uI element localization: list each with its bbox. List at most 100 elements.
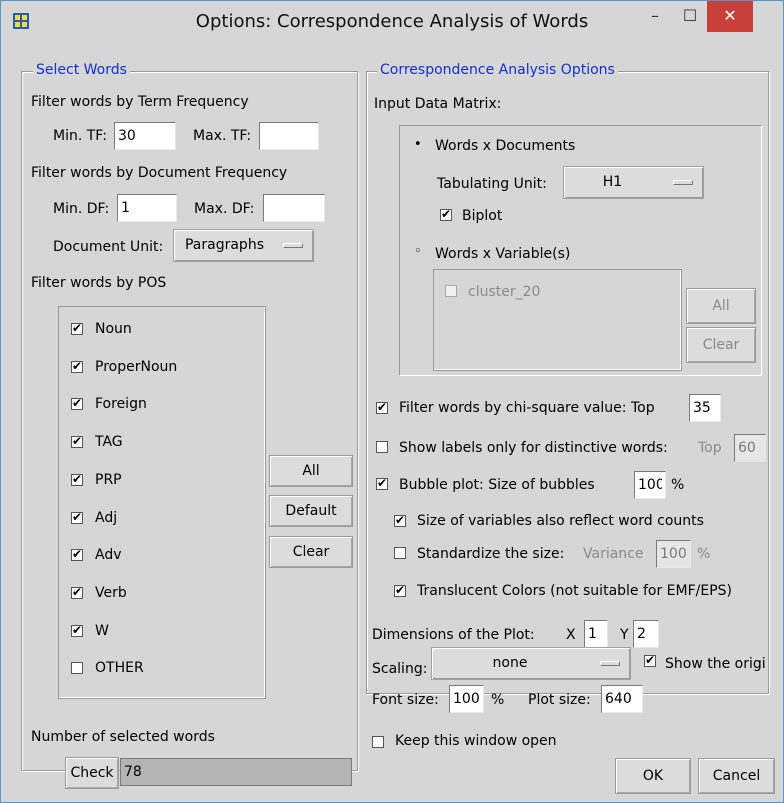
tab-unit-label: Tabulating Unit: bbox=[437, 176, 547, 192]
words-docs-label[interactable]: Words x Documents bbox=[435, 138, 575, 154]
pos-item-label[interactable]: Verb bbox=[95, 585, 127, 601]
max-df-input[interactable] bbox=[263, 194, 325, 222]
words-docs-radio[interactable]: • bbox=[414, 137, 422, 152]
maximize-button[interactable]: ☐ bbox=[673, 1, 707, 32]
pos-clear-button[interactable]: Clear bbox=[269, 536, 353, 568]
variance-input[interactable] bbox=[656, 540, 691, 568]
pos-item-label[interactable]: Adv bbox=[95, 547, 122, 563]
pos-checkbox[interactable] bbox=[71, 510, 83, 524]
ca-options-title: Correspondence Analysis Options bbox=[377, 62, 618, 78]
menu-indicator-icon bbox=[673, 180, 693, 185]
labels-top-input[interactable] bbox=[734, 434, 766, 462]
pos-checkbox[interactable] bbox=[71, 321, 83, 335]
plot-size-label: Plot size: bbox=[528, 692, 591, 708]
dim-y-input[interactable] bbox=[633, 620, 659, 648]
dim-x-label: X bbox=[566, 627, 576, 643]
pos-item-label[interactable]: TAG bbox=[95, 434, 123, 450]
pos-list: Noun ProperNoun Foreign TAG PRP Adj Adv Verb W OT… bbox=[58, 306, 266, 699]
standardize-label[interactable]: Standardize the size: bbox=[417, 546, 564, 562]
check-button[interactable]: Check bbox=[65, 757, 119, 789]
chi-filter-checkbox[interactable] bbox=[376, 400, 388, 414]
min-df-input[interactable] bbox=[117, 194, 177, 222]
tab-unit-value: H1 bbox=[602, 174, 623, 190]
variable-clear-button[interactable]: Clear bbox=[686, 327, 756, 363]
minimize-button[interactable]: – bbox=[638, 1, 672, 32]
show-origin-clip: Show the origin bbox=[665, 652, 766, 676]
count-heading: Number of selected words bbox=[31, 729, 215, 745]
words-vars-radio[interactable]: ◦ bbox=[414, 244, 422, 259]
close-button[interactable]: ✕ bbox=[707, 1, 753, 32]
pos-item-label[interactable]: PRP bbox=[95, 472, 122, 488]
input-matrix-label: Input Data Matrix: bbox=[374, 96, 502, 112]
variance-label: Variance bbox=[583, 546, 644, 562]
bubble-size-input[interactable] bbox=[634, 471, 666, 499]
pos-checkbox[interactable] bbox=[71, 662, 83, 674]
pos-item-label[interactable]: Adj bbox=[95, 510, 117, 526]
max-df-label: Max. DF: bbox=[194, 201, 255, 217]
dims-label: Dimensions of the Plot: bbox=[372, 627, 535, 643]
pos-item-label[interactable]: Foreign bbox=[95, 396, 147, 412]
words-vars-label[interactable]: Words x Variable(s) bbox=[435, 246, 570, 262]
max-tf-input[interactable] bbox=[259, 122, 319, 150]
font-size-label: Font size: bbox=[372, 692, 439, 708]
cancel-button[interactable]: Cancel bbox=[698, 758, 775, 794]
min-tf-label: Min. TF: bbox=[53, 128, 107, 144]
variable-checkbox[interactable] bbox=[445, 285, 457, 297]
pos-item-label[interactable]: W bbox=[95, 623, 109, 639]
font-size-unit: % bbox=[491, 692, 505, 708]
doc-unit-menubutton[interactable]: Paragraphs bbox=[173, 229, 314, 262]
labels-only-checkbox[interactable] bbox=[376, 441, 388, 453]
show-origin-checkbox[interactable] bbox=[644, 653, 656, 667]
df-heading: Filter words by Document Frequency bbox=[31, 165, 288, 181]
show-origin-label[interactable]: Show the origin bbox=[665, 656, 766, 672]
min-tf-input[interactable] bbox=[114, 122, 176, 150]
bubble-plot-label[interactable]: Bubble plot: Size of bubbles bbox=[399, 477, 595, 493]
pos-checkbox[interactable] bbox=[71, 585, 83, 599]
dim-x-input[interactable] bbox=[584, 620, 608, 648]
select-words-title: Select Words bbox=[33, 62, 130, 78]
plot-size-input[interactable] bbox=[601, 685, 643, 713]
biplot-label[interactable]: Biplot bbox=[462, 208, 502, 224]
scaling-menubutton[interactable]: none bbox=[431, 647, 631, 680]
pos-item-label[interactable]: Noun bbox=[95, 321, 132, 337]
variable-item-label: cluster_20 bbox=[468, 284, 541, 300]
chi-top-input[interactable] bbox=[689, 394, 721, 422]
reflect-counts-label[interactable]: Size of variables also reflect word coun… bbox=[417, 513, 704, 529]
keep-open-label[interactable]: Keep this window open bbox=[395, 733, 557, 749]
pos-item-label[interactable]: ProperNoun bbox=[95, 359, 177, 375]
bubble-plot-checkbox[interactable] bbox=[376, 476, 388, 490]
tab-unit-menubutton[interactable]: H1 bbox=[563, 166, 704, 199]
max-tf-label: Max. TF: bbox=[193, 128, 252, 144]
pos-checkbox[interactable] bbox=[71, 623, 83, 637]
ok-button[interactable]: OK bbox=[615, 758, 691, 794]
standardize-checkbox[interactable] bbox=[394, 547, 406, 559]
pos-item-label[interactable]: OTHER bbox=[95, 660, 144, 676]
variable-all-button[interactable]: All bbox=[686, 288, 756, 324]
pos-default-button[interactable]: Default bbox=[269, 495, 353, 527]
tf-heading: Filter words by Term Frequency bbox=[31, 94, 249, 110]
pos-checkbox[interactable] bbox=[71, 547, 83, 561]
font-size-input[interactable] bbox=[449, 685, 484, 713]
labels-only-label[interactable]: Show labels only for distinctive words: bbox=[399, 440, 668, 456]
keep-open-checkbox[interactable] bbox=[372, 736, 384, 748]
translucent-checkbox[interactable] bbox=[394, 583, 406, 597]
reflect-counts-checkbox[interactable] bbox=[394, 513, 406, 527]
pos-heading: Filter words by POS bbox=[31, 275, 167, 291]
pos-checkbox[interactable] bbox=[71, 472, 83, 486]
pos-checkbox[interactable] bbox=[71, 396, 83, 410]
doc-unit-value: Paragraphs bbox=[184, 237, 264, 253]
biplot-checkbox[interactable] bbox=[440, 207, 452, 221]
menu-indicator-icon bbox=[283, 243, 303, 248]
translucent-label[interactable]: Translucent Colors (not suitable for EMF… bbox=[417, 583, 732, 599]
pos-checkbox[interactable] bbox=[71, 434, 83, 448]
bubble-size-unit: % bbox=[671, 477, 685, 493]
title-bar[interactable]: Options: Correspondence Analysis of Word… bbox=[1, 1, 783, 43]
doc-unit-label: Document Unit: bbox=[53, 239, 164, 255]
pos-checkbox[interactable] bbox=[71, 359, 83, 373]
variable-list: cluster_20 bbox=[433, 269, 682, 371]
chi-filter-label[interactable]: Filter words by chi-square value: Top bbox=[399, 400, 655, 416]
scaling-value: none bbox=[492, 655, 528, 671]
pos-all-button[interactable]: All bbox=[269, 455, 353, 487]
dim-y-label: Y bbox=[620, 627, 629, 643]
variance-unit: % bbox=[697, 546, 711, 562]
